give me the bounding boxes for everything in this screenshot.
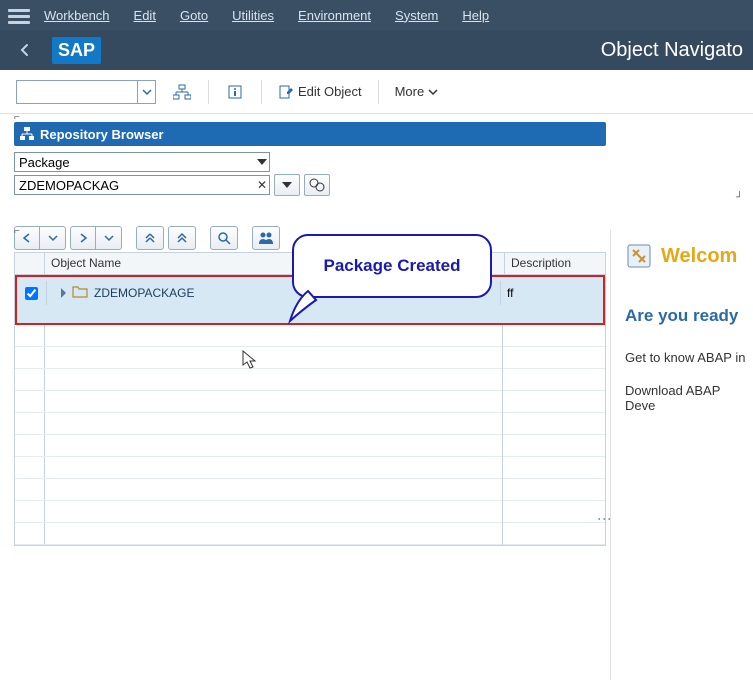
- corner-mark: ⌐: [14, 226, 20, 237]
- menu-goto[interactable]: Goto: [170, 4, 218, 27]
- tree-icon: [20, 127, 34, 141]
- divider: [378, 80, 379, 104]
- search-button[interactable]: [210, 226, 238, 250]
- object-type-value: Package: [19, 155, 70, 170]
- menu-workbench[interactable]: Workbench: [34, 4, 120, 27]
- ready-heading: Are you ready: [625, 306, 753, 326]
- row-description: ff: [501, 281, 603, 305]
- table-row: [15, 413, 605, 435]
- cursor-icon: [242, 350, 258, 370]
- edit-object-label: Edit Object: [298, 84, 362, 99]
- expand-all-button[interactable]: [136, 226, 164, 250]
- row-object-name: ZDEMOPACKAGE: [94, 286, 194, 300]
- table-row: [15, 523, 605, 545]
- splitter-handle[interactable]: ⋮: [597, 512, 613, 527]
- dropdown-button[interactable]: [274, 174, 300, 196]
- nav-forward-menu[interactable]: [96, 226, 122, 250]
- link-abap-intro[interactable]: Get to know ABAP in: [625, 350, 753, 365]
- users-button[interactable]: [252, 226, 280, 250]
- column-description[interactable]: Description: [505, 253, 605, 274]
- corner-mark: ┘: [736, 192, 743, 203]
- sap-logo: SAP: [52, 37, 101, 64]
- table-row: [15, 347, 605, 369]
- menu-help[interactable]: Help: [452, 4, 499, 27]
- divider: [261, 80, 262, 104]
- chevron-down-icon: [282, 182, 292, 188]
- table-row: [15, 369, 605, 391]
- menu-system[interactable]: System: [385, 4, 448, 27]
- more-label: More: [395, 84, 425, 99]
- object-type-select[interactable]: Package: [14, 152, 270, 172]
- expand-caret-icon[interactable]: [61, 288, 66, 298]
- row-checkbox[interactable]: [25, 287, 38, 300]
- welcome-icon: [625, 242, 653, 270]
- hamburger-menu-icon[interactable]: [8, 6, 30, 24]
- clear-icon[interactable]: ✕: [257, 178, 267, 192]
- page-title: Object Navigato: [601, 39, 743, 62]
- package-name-input[interactable]: ZDEMOPACKAG ✕: [14, 175, 270, 195]
- table-row: [15, 325, 605, 347]
- info-icon[interactable]: [225, 82, 245, 102]
- table-row: [15, 457, 605, 479]
- nav-back-group: [14, 226, 66, 250]
- repository-browser-label: Repository Browser: [40, 127, 164, 142]
- hierarchy-icon[interactable]: [172, 82, 192, 102]
- table-row: [15, 435, 605, 457]
- folder-icon: [72, 285, 88, 302]
- chevron-down-icon: [257, 159, 267, 165]
- menu-environment[interactable]: Environment: [288, 4, 381, 27]
- transaction-code-input[interactable]: [16, 80, 156, 104]
- edit-object-button[interactable]: Edit Object: [278, 84, 362, 100]
- annotation-callout: Package Created: [292, 234, 492, 298]
- display-button[interactable]: [304, 174, 330, 196]
- column-checkbox: [15, 253, 45, 274]
- nav-forward-group: [70, 226, 122, 250]
- table-row: [15, 479, 605, 501]
- nav-back-menu[interactable]: [40, 226, 66, 250]
- package-name-value: ZDEMOPACKAG: [19, 178, 119, 193]
- corner-mark: ⌐: [14, 112, 20, 123]
- link-abap-download[interactable]: Download ABAP Deve: [625, 383, 753, 413]
- menu-edit[interactable]: Edit: [124, 4, 166, 27]
- nav-forward-button[interactable]: [70, 226, 96, 250]
- welcome-panel: Welcom Are you ready Get to know ABAP in…: [610, 230, 753, 680]
- menu-utilities[interactable]: Utilities: [222, 4, 284, 27]
- table-row: [15, 501, 605, 523]
- back-button[interactable]: [10, 37, 40, 63]
- chevron-down-icon[interactable]: [137, 81, 155, 103]
- repository-browser-header: Repository Browser: [14, 122, 606, 146]
- table-row: [15, 391, 605, 413]
- collapse-all-button[interactable]: [168, 226, 196, 250]
- annotation-text: Package Created: [323, 256, 460, 276]
- welcome-heading: Welcom: [661, 245, 737, 268]
- more-button[interactable]: More: [395, 84, 439, 99]
- divider: [208, 80, 209, 104]
